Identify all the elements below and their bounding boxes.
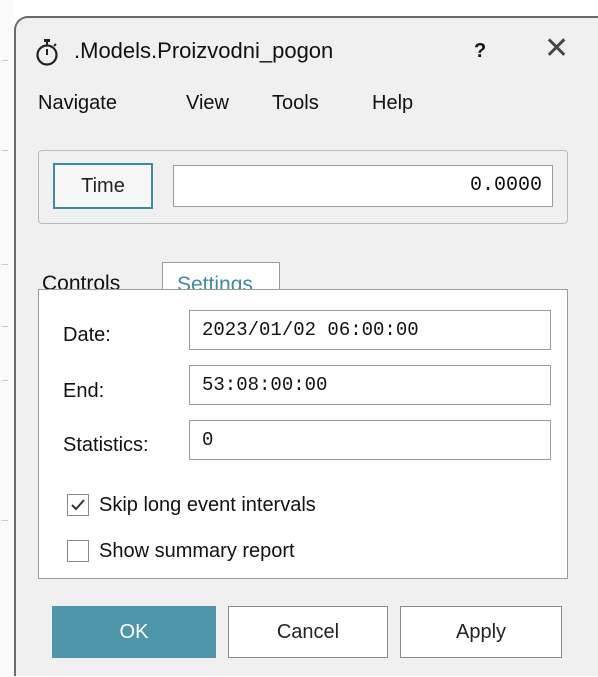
stopwatch-icon	[34, 38, 60, 66]
statistics-label: Statistics:	[63, 434, 149, 456]
menu-help[interactable]: Help	[372, 92, 413, 115]
time-button[interactable]: Time	[53, 163, 153, 209]
background-tick	[2, 264, 8, 265]
end-input[interactable]: 53:08:00:00	[189, 365, 551, 405]
checkmark-icon	[71, 499, 85, 511]
title-bar[interactable]: .Models.Proizvodni_pogon ? ✕	[16, 18, 598, 84]
background-tick	[2, 150, 8, 151]
statistics-input[interactable]: 0	[189, 420, 551, 460]
close-button[interactable]: ✕	[544, 34, 569, 64]
skip-long-event-intervals-label[interactable]: Skip long event intervals	[99, 494, 316, 517]
ok-button[interactable]: OK	[52, 606, 216, 658]
dialog-window: .Models.Proizvodni_pogon ? ✕ Navigate Vi…	[14, 16, 598, 676]
background-tick	[2, 380, 8, 381]
background-tick	[2, 326, 8, 327]
background-tick	[2, 520, 8, 521]
date-label: Date:	[63, 324, 111, 346]
skip-long-event-intervals-checkbox[interactable]	[67, 494, 89, 516]
settings-panel: Date: 2023/01/02 06:00:00 End: 53:08:00:…	[38, 289, 568, 579]
background-tick	[2, 60, 8, 61]
time-group: Time 0.0000	[38, 150, 568, 224]
menu-navigate[interactable]: Navigate	[38, 92, 117, 115]
show-summary-report-label[interactable]: Show summary report	[99, 540, 295, 563]
date-input[interactable]: 2023/01/02 06:00:00	[189, 310, 551, 350]
menu-tools[interactable]: Tools	[272, 92, 319, 115]
background-window-edge	[0, 0, 14, 677]
show-summary-report-checkbox[interactable]	[67, 540, 89, 562]
window-title: .Models.Proizvodni_pogon	[74, 38, 334, 63]
help-button[interactable]: ?	[474, 40, 486, 63]
time-value-field[interactable]: 0.0000	[173, 165, 553, 207]
menu-view[interactable]: View	[186, 92, 229, 115]
apply-button[interactable]: Apply	[400, 606, 562, 658]
menu-bar: Navigate View Tools Help	[16, 88, 598, 122]
cancel-button[interactable]: Cancel	[228, 606, 388, 658]
end-label: End:	[63, 380, 105, 402]
